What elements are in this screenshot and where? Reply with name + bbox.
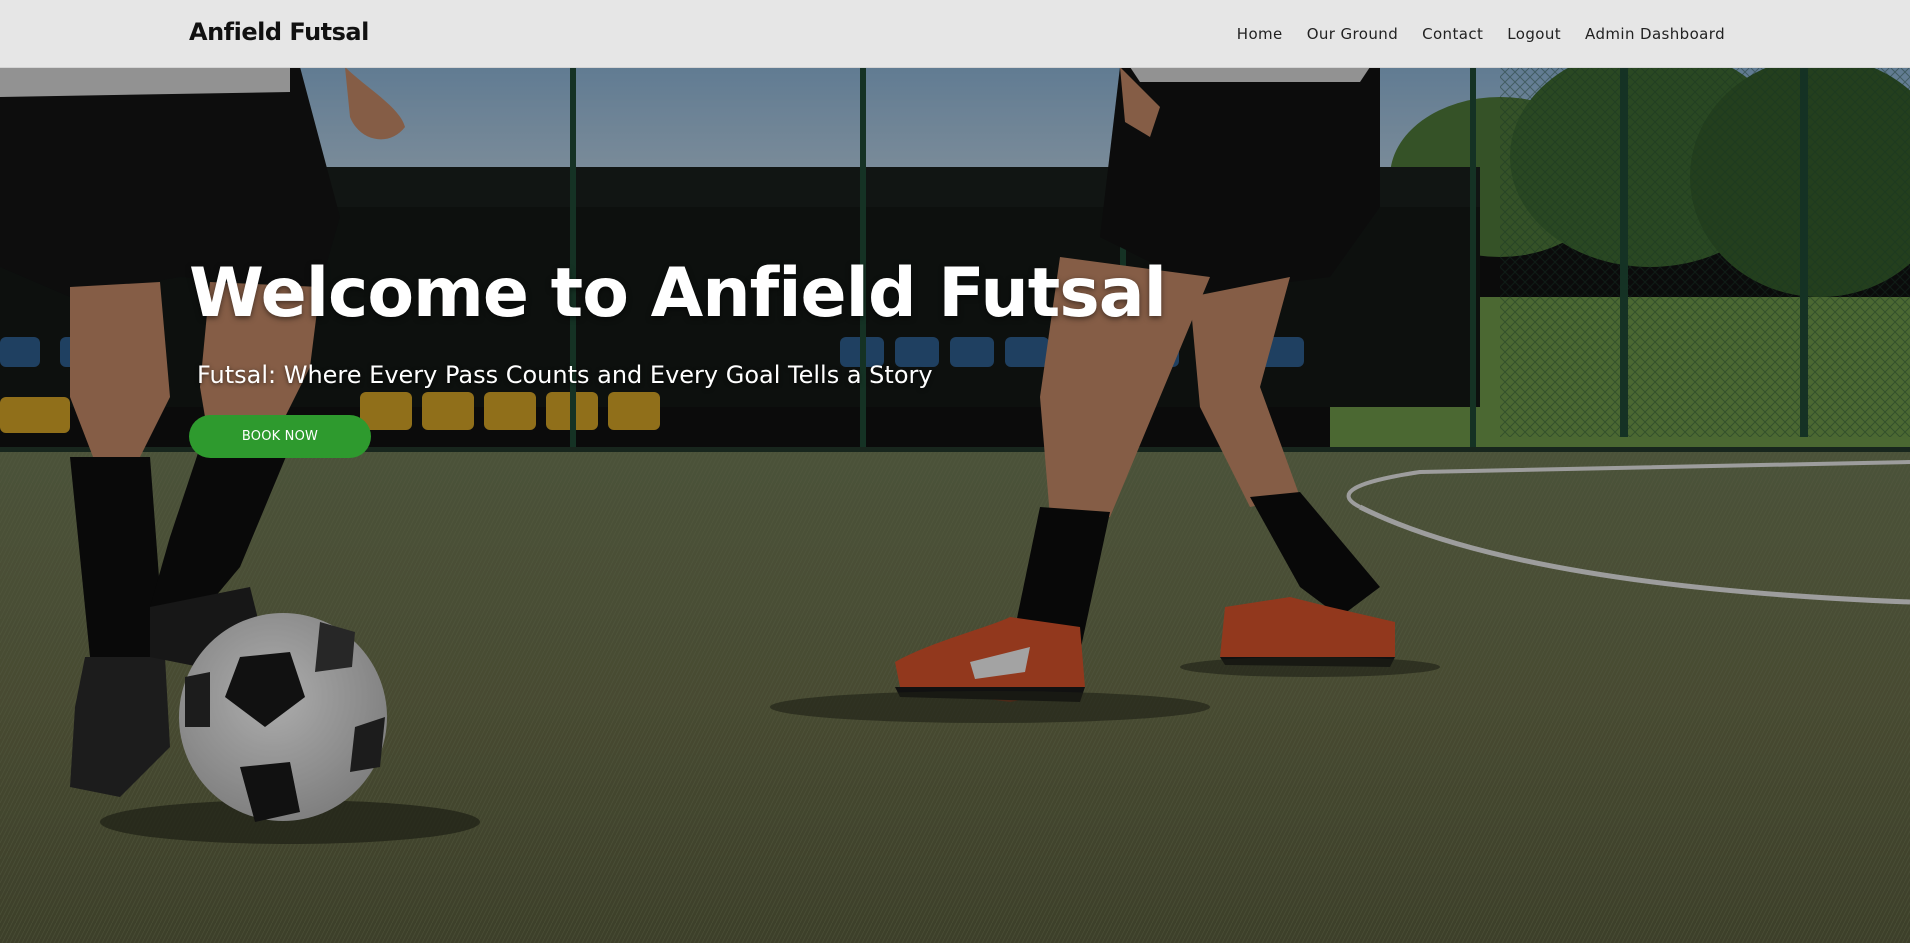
hero-dark-overlay: [0, 67, 1910, 943]
nav-admin-dashboard-link[interactable]: Admin Dashboard: [1585, 25, 1725, 43]
hero-section: Welcome to Anfield Futsal Futsal: Where …: [0, 67, 1910, 943]
top-navbar: Anfield Futsal Home Our Ground Contact L…: [0, 0, 1910, 68]
book-now-button[interactable]: BOOK NOW: [189, 415, 371, 458]
nav-contact-link[interactable]: Contact: [1422, 25, 1483, 43]
hero-subtitle: Futsal: Where Every Pass Counts and Ever…: [197, 361, 933, 389]
nav-our-ground-link[interactable]: Our Ground: [1307, 25, 1398, 43]
nav-logout-link[interactable]: Logout: [1507, 25, 1561, 43]
nav-home-link[interactable]: Home: [1237, 25, 1283, 43]
brand-logo[interactable]: Anfield Futsal: [189, 18, 369, 46]
hero-title: Welcome to Anfield Futsal: [189, 254, 1167, 333]
main-nav: Home Our Ground Contact Logout Admin Das…: [1237, 0, 1725, 67]
